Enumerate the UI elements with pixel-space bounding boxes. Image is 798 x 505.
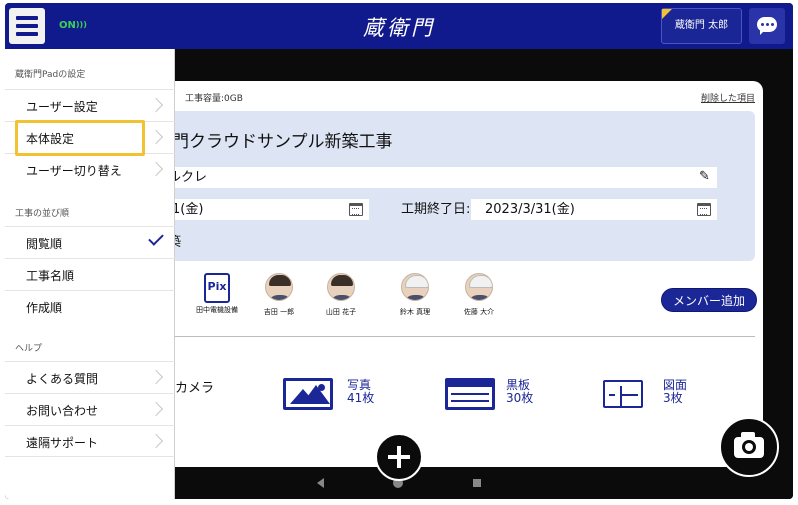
board-icon[interactable]: [445, 378, 495, 410]
chevron-right-icon: [148, 97, 164, 113]
menu-item-sort-created[interactable]: 作成順: [5, 290, 175, 322]
avatar: [401, 273, 429, 301]
menu-item-label: 工事名順: [26, 269, 75, 283]
member-name: 鈴木 真理: [399, 308, 431, 316]
chevron-right-icon: [148, 401, 164, 417]
member-name: 田中電機設備: [196, 306, 238, 314]
member-pix[interactable]: Pix 田中電機設備: [191, 273, 243, 315]
project-capacity: 工事容量:0GB: [185, 94, 243, 104]
company-field[interactable]: 社ルクレ ✎: [155, 167, 717, 188]
floorplan-icon[interactable]: [603, 380, 643, 408]
chat-button[interactable]: [749, 8, 785, 44]
side-menu: 蔵衛門Padの設定 ユーザー設定 本体設定 ユーザー切り替え 工事の並び順 閲覧…: [5, 49, 175, 499]
menu-item-label: ユーザー設定: [26, 100, 98, 114]
menu-item-sort-viewed[interactable]: 閲覧順: [5, 226, 175, 258]
user-name: 蔵衛門 太郎: [674, 20, 729, 31]
menu-item-label: 遠隔サポート: [26, 436, 99, 450]
section-pad-settings: 蔵衛門Padの設定: [15, 70, 86, 80]
menu-item-label: 閲覧順: [26, 237, 63, 251]
camera-tile-label[interactable]: カメラ: [175, 377, 214, 396]
member-name: 山田 花子: [325, 308, 357, 316]
end-date-value: 2023/3/31(金): [485, 202, 575, 217]
highlight-box: [15, 120, 145, 156]
chevron-right-icon: [148, 161, 164, 177]
top-bar: ON))) 蔵衛門 蔵衛門 太郎: [5, 3, 793, 49]
user-corner-mark: [662, 9, 672, 19]
board-count: 30枚: [506, 391, 534, 405]
start-date-field[interactable]: /4/1(金): [155, 199, 369, 220]
end-date-label: 工期終了日:: [401, 202, 471, 217]
plan-count: 3枚: [663, 391, 683, 405]
section-help: ヘルプ: [15, 344, 43, 354]
calendar-icon[interactable]: [349, 203, 363, 216]
chat-icon: [757, 17, 777, 35]
plus-icon[interactable]: [375, 433, 423, 481]
avatar: [327, 273, 355, 301]
member-item[interactable]: 鈴木 真理: [389, 273, 441, 317]
back-icon[interactable]: [317, 478, 324, 488]
avatar: [465, 273, 493, 301]
menu-item-contact[interactable]: お問い合わせ: [5, 393, 175, 425]
calendar-icon[interactable]: [697, 203, 711, 216]
menu-item-faq[interactable]: よくある質問: [5, 361, 175, 393]
pencil-icon[interactable]: ✎: [699, 170, 711, 184]
menu-item-label: お問い合わせ: [26, 404, 99, 418]
menu-item-user-settings[interactable]: ユーザー設定: [5, 89, 175, 121]
photo-icon[interactable]: [283, 378, 333, 410]
menu-item-label: 作成順: [26, 301, 63, 315]
section-sort: 工事の並び順: [15, 209, 70, 219]
user-button[interactable]: 蔵衛門 太郎: [661, 8, 742, 44]
member-item[interactable]: 山田 花子: [315, 273, 367, 317]
plan-tile-text[interactable]: 図面 3枚: [663, 379, 687, 405]
member-name: 吉田 一郎: [263, 308, 295, 316]
project-name: 衛門クラウドサンプル新築工事: [155, 132, 393, 152]
check-icon: [148, 230, 164, 246]
photo-count: 41枚: [347, 391, 375, 405]
photo-tile-text[interactable]: 写真 41枚: [347, 379, 374, 405]
board-tile-text[interactable]: 黒板 30枚: [506, 379, 533, 405]
end-date-field[interactable]: 2023/3/31(金): [471, 199, 717, 220]
menu-item-label: よくある質問: [26, 372, 99, 386]
pix-logo-icon: Pix: [204, 273, 230, 303]
divider: [155, 336, 755, 337]
menu-item-sort-name[interactable]: 工事名順: [5, 258, 175, 290]
project-info-panel: 衛門クラウドサンプル新築工事 社ルクレ ✎ /4/1(金) 工期終了日: 202…: [155, 111, 755, 261]
member-item[interactable]: 佐藤 大介: [453, 273, 505, 317]
menu-item-label: ユーザー切り替え: [26, 164, 122, 178]
avatar: [265, 273, 293, 301]
add-member-button[interactable]: メンバー追加: [661, 288, 757, 312]
chevron-right-icon: [148, 129, 164, 145]
menu-item-switch-user[interactable]: ユーザー切り替え: [5, 153, 175, 185]
deleted-items-link[interactable]: 削除した項目: [701, 91, 755, 104]
menu-item-remote-support[interactable]: 遠隔サポート: [5, 425, 175, 457]
member-name: 佐藤 大介: [463, 308, 495, 316]
project-card[interactable]: 工事容量:0GB 削除した項目 衛門クラウドサンプル新築工事 社ルクレ ✎ /4…: [155, 81, 763, 467]
chevron-right-icon: [148, 369, 164, 385]
chevron-right-icon: [148, 433, 164, 449]
tablet-screen: ON))) 蔵衛門 蔵衛門 太郎 工事容量:0GB 削除した項目 衛門クラウドサ…: [5, 3, 793, 499]
recent-apps-icon[interactable]: [473, 479, 481, 487]
camera-button[interactable]: [719, 417, 779, 477]
member-item[interactable]: 吉田 一郎: [253, 273, 305, 317]
